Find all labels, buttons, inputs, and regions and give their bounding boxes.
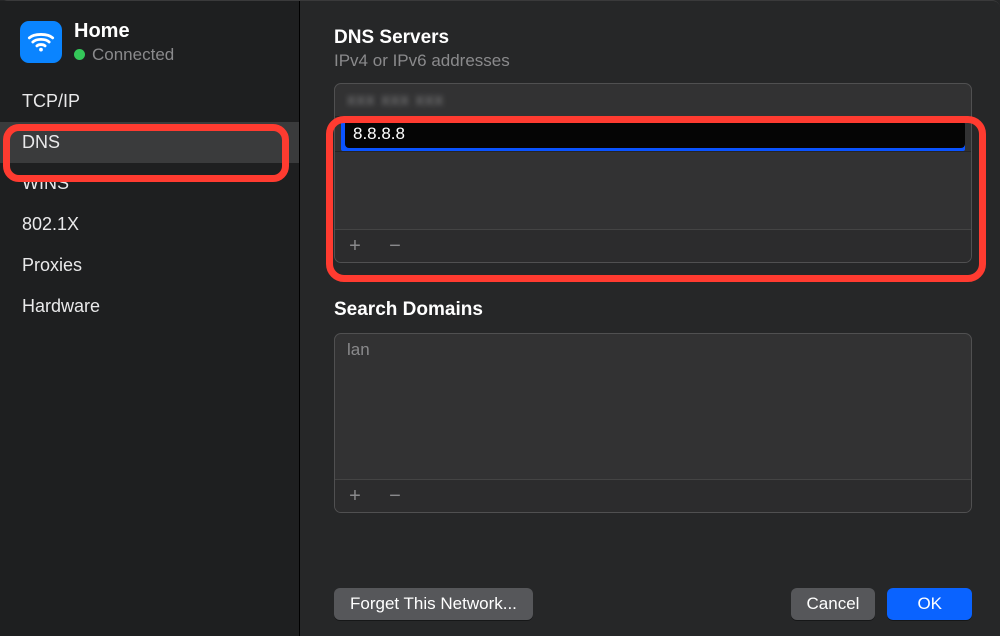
- search-domain-value: lan: [347, 340, 370, 359]
- tab-wins[interactable]: WINS: [0, 163, 299, 204]
- network-name: Home: [74, 19, 174, 44]
- settings-tab-list: TCP/IP DNS WINS 802.1X Proxies Hardware: [0, 81, 299, 327]
- dns-section-subtitle: IPv4 or IPv6 addresses: [334, 51, 972, 71]
- dns-row-existing[interactable]: xxx xxx xxx: [335, 84, 971, 117]
- add-search-domain-button[interactable]: +: [347, 486, 363, 506]
- dns-servers-list[interactable]: xxx xxx xxx + −: [334, 83, 972, 263]
- dns-section-title: DNS Servers: [334, 27, 972, 49]
- dns-row-editing[interactable]: [335, 117, 971, 152]
- dialog-footer: Forget This Network... Cancel OK: [334, 570, 972, 620]
- remove-dns-button[interactable]: −: [387, 236, 403, 256]
- search-domain-row[interactable]: lan: [335, 334, 971, 366]
- search-domains-buttons: + −: [335, 479, 971, 512]
- network-status: Connected: [92, 44, 174, 65]
- ok-button[interactable]: OK: [887, 588, 972, 620]
- content-pane: DNS Servers IPv4 or IPv6 addresses xxx x…: [300, 1, 1000, 636]
- add-dns-button[interactable]: +: [347, 236, 363, 256]
- tab-hardware[interactable]: Hardware: [0, 286, 299, 327]
- tab-proxies[interactable]: Proxies: [0, 245, 299, 286]
- wifi-icon: [20, 21, 62, 63]
- search-domains-list[interactable]: lan + −: [334, 333, 972, 513]
- search-domains-title: Search Domains: [334, 299, 972, 321]
- dns-row-value: xxx xxx xxx: [347, 90, 444, 109]
- dns-buttons: + −: [335, 229, 971, 262]
- sidebar: Home Connected TCP/IP DNS WINS 802.1X Pr…: [0, 1, 300, 636]
- dns-input[interactable]: [345, 120, 965, 148]
- cancel-button[interactable]: Cancel: [791, 588, 876, 620]
- tab-tcpip[interactable]: TCP/IP: [0, 81, 299, 122]
- forget-network-button[interactable]: Forget This Network...: [334, 588, 533, 620]
- tab-8021x[interactable]: 802.1X: [0, 204, 299, 245]
- network-header: Home Connected: [0, 15, 299, 81]
- remove-search-domain-button[interactable]: −: [387, 486, 403, 506]
- status-dot-icon: [74, 49, 85, 60]
- tab-dns[interactable]: DNS: [0, 122, 299, 163]
